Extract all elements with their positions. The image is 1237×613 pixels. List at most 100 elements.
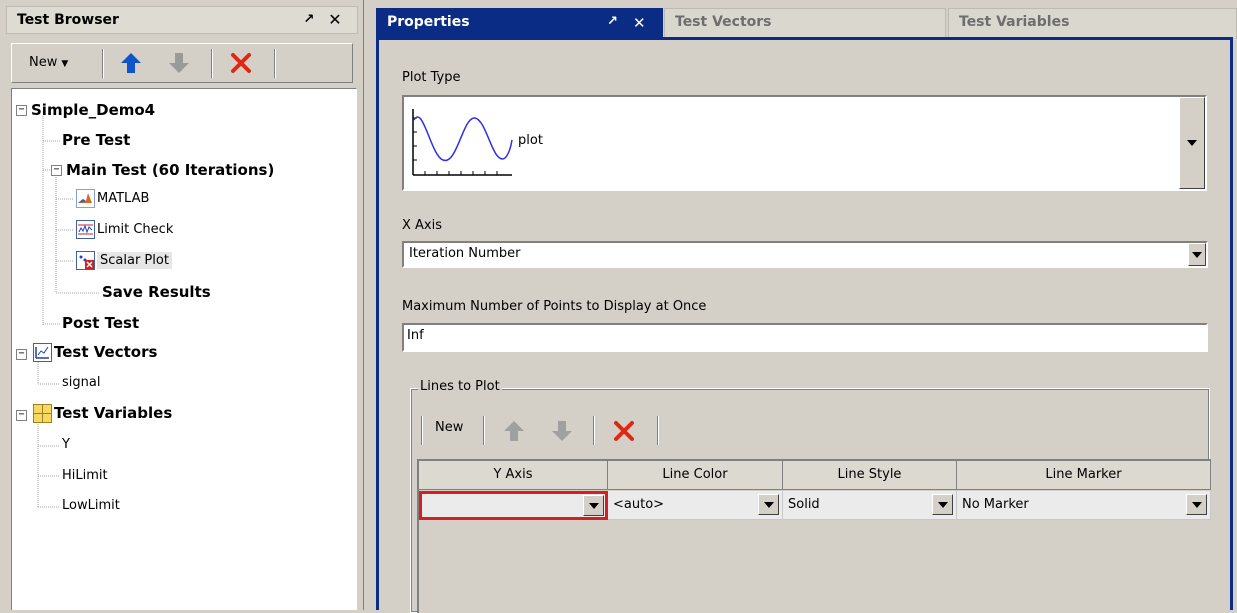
delete-x-icon	[231, 53, 251, 73]
chevron-down-icon	[1187, 140, 1197, 146]
tree-node-hilimit[interactable]: HiLimit	[62, 467, 108, 485]
scalar-plot-icon	[76, 251, 95, 270]
collapse-toggle[interactable]: −	[51, 165, 62, 176]
column-header-line-color[interactable]: Line Color	[608, 461, 783, 490]
tree-node-label: Simple_Demo4	[31, 101, 156, 119]
test-browser-title: Test Browser	[17, 12, 119, 28]
properties-body: Plot Type plot X Axis Iteration Number M…	[376, 37, 1233, 613]
tree-node-scalar-plot[interactable]: Scalar Plot	[76, 251, 172, 270]
arrow-down-icon	[552, 421, 572, 441]
chevron-down-icon: ▼	[61, 59, 69, 69]
y-axis-dropdown-button[interactable]	[583, 495, 604, 516]
collapse-toggle[interactable]: −	[16, 349, 27, 360]
lines-table: Y Axis Line Color Line Style Line Marker…	[417, 459, 1211, 613]
new-button-label: New	[29, 55, 58, 70]
tree-node-label: LowLimit	[62, 498, 120, 513]
lines-new-button[interactable]: New	[435, 420, 463, 435]
line-marker-value: No Marker	[962, 497, 1029, 512]
tab-test-vectors[interactable]: Test Vectors	[664, 8, 946, 38]
chevron-down-icon	[1192, 502, 1202, 508]
toolbar-separator	[274, 49, 276, 78]
limit-check-icon	[76, 220, 95, 239]
new-dropdown-button[interactable]: New ▼	[18, 49, 86, 77]
tree-node-label: Test Variables	[54, 404, 173, 422]
test-variables-icon	[33, 404, 52, 423]
move-up-button[interactable]	[118, 50, 144, 76]
max-points-input[interactable]: Inf	[402, 323, 1208, 352]
y-axis-cell[interactable]	[419, 491, 608, 520]
lines-delete-button[interactable]	[611, 418, 637, 444]
tree-node-matlab[interactable]: MATLAB	[76, 189, 149, 208]
undock-icon[interactable]: ↗	[607, 14, 618, 29]
line-style-cell[interactable]: Solid	[783, 491, 957, 520]
undock-icon[interactable]: ↗	[301, 12, 317, 28]
delete-x-icon	[614, 421, 634, 441]
toolbar-separator	[483, 416, 485, 445]
tree-node-simple-demo4[interactable]: Simple_Demo4	[31, 101, 155, 119]
close-panel-icon[interactable]: ✕	[327, 12, 343, 28]
delete-button[interactable]	[228, 50, 254, 76]
sine-plot-thumbnail-icon	[411, 108, 513, 177]
tree-node-limit-check[interactable]: Limit Check	[76, 220, 173, 239]
line-style-dropdown-button[interactable]	[932, 494, 953, 515]
chevron-down-icon	[1192, 252, 1202, 258]
column-header-line-style[interactable]: Line Style	[783, 461, 957, 490]
tree-node-save-results[interactable]: Save Results	[102, 283, 211, 301]
tree-node-label: Test Vectors	[54, 343, 158, 361]
toolbar-separator	[657, 416, 659, 445]
tree-node-label: Y	[62, 437, 70, 452]
test-browser-panel: Test Browser ↗ ✕ New ▼ − Simple_Demo4 Pr…	[0, 0, 364, 610]
plot-type-value: plot	[518, 133, 543, 148]
line-marker-cell[interactable]: No Marker	[957, 491, 1211, 520]
tree-node-test-variables[interactable]: Test Variables	[33, 404, 172, 423]
chevron-down-icon	[764, 502, 774, 508]
line-marker-dropdown-button[interactable]	[1186, 494, 1207, 515]
toolbar-separator	[211, 49, 213, 78]
tree-node-post-test[interactable]: Post Test	[62, 314, 139, 332]
tab-label: Properties	[387, 14, 470, 30]
lines-move-up-button[interactable]	[501, 418, 527, 444]
line-color-value: <auto>	[613, 497, 665, 512]
max-points-label: Maximum Number of Points to Display at O…	[402, 299, 707, 314]
collapse-toggle[interactable]: −	[16, 410, 27, 421]
tree-node-test-vectors[interactable]: Test Vectors	[33, 343, 157, 362]
test-browser-titlebar: Test Browser ↗ ✕	[6, 6, 358, 34]
tree-node-pre-test[interactable]: Pre Test	[62, 131, 130, 149]
plot-type-dropdown-button[interactable]	[1179, 97, 1205, 189]
x-axis-value: Iteration Number	[409, 246, 521, 261]
tree-node-label: Limit Check	[97, 222, 174, 237]
tab-properties[interactable]: Properties ↗ ✕	[376, 8, 663, 38]
lines-to-plot-label: Lines to Plot	[418, 379, 502, 394]
tree-node-main-test[interactable]: Main Test (60 Iterations)	[66, 161, 274, 179]
tree-node-lowlimit[interactable]: LowLimit	[62, 497, 120, 515]
plot-type-label: Plot Type	[402, 70, 461, 85]
tree-node-y[interactable]: Y	[62, 436, 70, 454]
line-color-cell[interactable]: <auto>	[608, 491, 783, 520]
line-style-value: Solid	[788, 497, 820, 512]
arrow-up-icon	[121, 53, 141, 73]
x-axis-dropdown-button[interactable]	[1188, 243, 1206, 266]
max-points-value: Inf	[407, 328, 424, 343]
column-header-line-marker[interactable]: Line Marker	[957, 461, 1211, 490]
tree-node-label: HiLimit	[62, 468, 108, 483]
arrow-down-icon	[169, 53, 189, 73]
column-header-y-axis[interactable]: Y Axis	[419, 461, 608, 490]
lines-toolbar: New	[421, 410, 677, 452]
tree-node-signal[interactable]: signal	[62, 374, 100, 392]
tab-strip: Properties ↗ ✕ Test Vectors Test Variabl…	[376, 4, 1237, 38]
line-color-dropdown-button[interactable]	[758, 494, 779, 515]
x-axis-select[interactable]: Iteration Number	[402, 241, 1208, 268]
move-down-button[interactable]	[166, 50, 192, 76]
close-tab-icon[interactable]: ✕	[633, 14, 646, 32]
lines-move-down-button[interactable]	[549, 418, 575, 444]
tab-label: Test Variables	[959, 14, 1070, 30]
test-vectors-icon	[33, 343, 52, 362]
tree-node-label: MATLAB	[97, 191, 150, 206]
test-tree: − Simple_Demo4 Pre Test − Main Test (60 …	[11, 88, 357, 610]
tab-test-variables[interactable]: Test Variables	[948, 8, 1237, 38]
tree-node-label: Main Test (60 Iterations)	[66, 161, 275, 179]
arrow-up-icon	[504, 421, 524, 441]
collapse-toggle[interactable]: −	[16, 105, 27, 116]
tab-label: Test Vectors	[675, 14, 772, 30]
plot-type-selector[interactable]: plot	[402, 95, 1207, 191]
